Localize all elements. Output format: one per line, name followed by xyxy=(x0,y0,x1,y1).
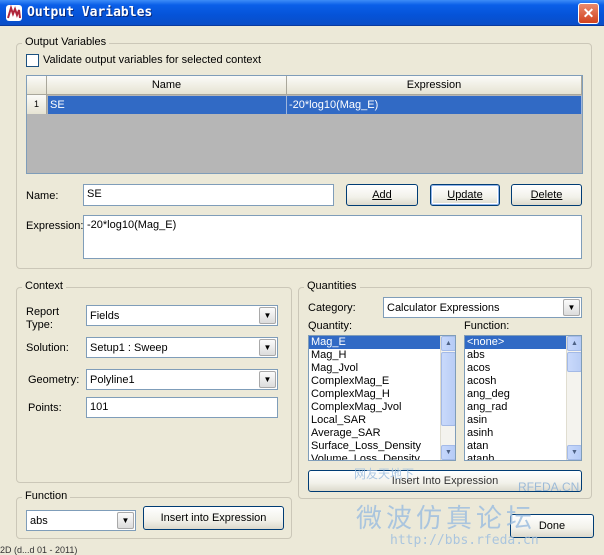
chevron-down-icon[interactable]: ▼ xyxy=(259,339,276,356)
validate-label[interactable]: Validate output variables for selected c… xyxy=(43,54,261,66)
function-scrollbar[interactable]: ▲ ▼ xyxy=(566,336,581,460)
function-label: Function: xyxy=(464,320,510,332)
function-list-item[interactable]: <none> xyxy=(465,336,581,349)
points-label: Points: xyxy=(28,402,62,414)
quantities-legend: Quantities xyxy=(304,280,360,292)
quantity-list-item[interactable]: ComplexMag_E xyxy=(309,375,455,388)
expression-input[interactable]: -20*log10(Mag_E) xyxy=(83,215,582,259)
report-type-value: Fields xyxy=(90,310,120,322)
function-list-item[interactable]: acos xyxy=(465,362,581,375)
quantity-list-item[interactable]: Volume_Loss_Density xyxy=(309,453,455,460)
context-legend: Context xyxy=(22,280,66,292)
scroll-down-icon[interactable]: ▼ xyxy=(567,445,581,460)
function-list[interactable]: <none> abs acos acosh ang_deg ang_rad asin asin… xyxy=(464,335,582,461)
output-variables-legend: Output Variables xyxy=(22,36,110,48)
quantity-list-item[interactable]: Mag_Jvol xyxy=(309,362,455,375)
report-type-label: Report Type: xyxy=(26,306,60,331)
watermark-cn-top: 网友天地下 xyxy=(354,467,415,481)
quantity-list-item[interactable]: Mag_E xyxy=(309,336,455,349)
geometry-value: Polyline1 xyxy=(90,374,135,386)
solution-value: Setup1 : Sweep xyxy=(90,342,168,354)
scroll-thumb[interactable] xyxy=(441,352,455,426)
category-label: Category: xyxy=(308,302,356,314)
scroll-up-icon[interactable]: ▲ xyxy=(441,336,455,351)
table-corner xyxy=(27,76,47,95)
function-legend: Function xyxy=(22,490,71,502)
scroll-thumb[interactable] xyxy=(567,352,581,372)
function-insert-button[interactable]: Insert into Expression xyxy=(143,506,284,530)
chevron-down-icon[interactable]: ▼ xyxy=(259,371,276,388)
validate-checkbox[interactable] xyxy=(26,54,39,67)
geometry-label: Geometry: xyxy=(28,374,80,386)
quantity-list[interactable]: Mag_E Mag_H Mag_Jvol ComplexMag_E ComplexMag… xyxy=(308,335,456,461)
points-input[interactable]: 101 xyxy=(86,397,278,418)
status-text: 2D (d...d 01 - 2011) xyxy=(0,545,78,555)
solution-select[interactable]: Setup1 : Sweep ▼ xyxy=(86,337,278,358)
report-type-select[interactable]: Fields ▼ xyxy=(86,305,278,326)
chevron-down-icon[interactable]: ▼ xyxy=(563,299,580,316)
name-label: Name: xyxy=(26,190,59,202)
watermark-url: http://bbs.rfeda.cn xyxy=(390,533,539,548)
geometry-select[interactable]: Polyline1 ▼ xyxy=(86,369,278,390)
function-list-item[interactable]: ang_deg xyxy=(465,388,581,401)
delete-button[interactable]: Delete xyxy=(511,184,582,206)
variables-table[interactable]: Name Expression 1 SE -20*log10(Mag_E) xyxy=(26,75,583,174)
row-number[interactable]: 1 xyxy=(27,95,47,114)
quantity-list-item[interactable]: Average_SAR xyxy=(309,427,455,440)
row-expression-cell[interactable]: -20*log10(Mag_E) xyxy=(287,96,582,114)
watermark-site: RFEDA.CN xyxy=(518,480,580,494)
scroll-up-icon[interactable]: ▲ xyxy=(567,336,581,351)
chevron-down-icon[interactable]: ▼ xyxy=(117,512,134,529)
watermark-cn-large: 微波仿真论坛 xyxy=(356,504,537,534)
solution-label: Solution: xyxy=(26,342,69,354)
function-list-item[interactable]: atan xyxy=(465,440,581,453)
quantity-list-item[interactable]: ComplexMag_H xyxy=(309,388,455,401)
column-header-expression[interactable]: Expression xyxy=(287,76,582,95)
quantity-list-item[interactable]: Local_SAR xyxy=(309,414,455,427)
window-title: Output Variables xyxy=(27,5,153,20)
close-button[interactable]: ✕ xyxy=(578,3,599,24)
function-list-item[interactable]: asin xyxy=(465,414,581,427)
quantity-label: Quantity: xyxy=(308,320,353,332)
quantity-list-item[interactable]: ComplexMag_Jvol xyxy=(309,401,455,414)
add-button[interactable]: Add xyxy=(346,184,418,206)
function-value: abs xyxy=(30,515,48,527)
expression-label: Expression: xyxy=(26,220,84,232)
scroll-down-icon[interactable]: ▼ xyxy=(441,445,455,460)
update-button[interactable]: Update xyxy=(430,184,500,206)
category-value: Calculator Expressions xyxy=(387,302,500,314)
function-list-item[interactable]: ang_rad xyxy=(465,401,581,414)
row-name-cell[interactable]: SE xyxy=(48,96,287,114)
function-list-item[interactable]: abs xyxy=(465,349,581,362)
title-bar[interactable]: Output Variables ✕ xyxy=(0,0,604,26)
function-list-item[interactable]: acosh xyxy=(465,375,581,388)
category-select[interactable]: Calculator Expressions ▼ xyxy=(383,297,582,318)
chevron-down-icon[interactable]: ▼ xyxy=(259,307,276,324)
app-icon xyxy=(6,5,22,21)
quantity-list-item[interactable]: Mag_H xyxy=(309,349,455,362)
function-select[interactable]: abs ▼ xyxy=(26,510,136,531)
column-header-name[interactable]: Name xyxy=(47,76,287,95)
function-list-item[interactable]: asinh xyxy=(465,427,581,440)
quantity-scrollbar[interactable]: ▲ ▼ xyxy=(440,336,455,460)
name-input[interactable]: SE xyxy=(83,184,334,206)
quantity-list-item[interactable]: Surface_Loss_Density xyxy=(309,440,455,453)
function-list-item[interactable]: atanh xyxy=(465,453,581,460)
